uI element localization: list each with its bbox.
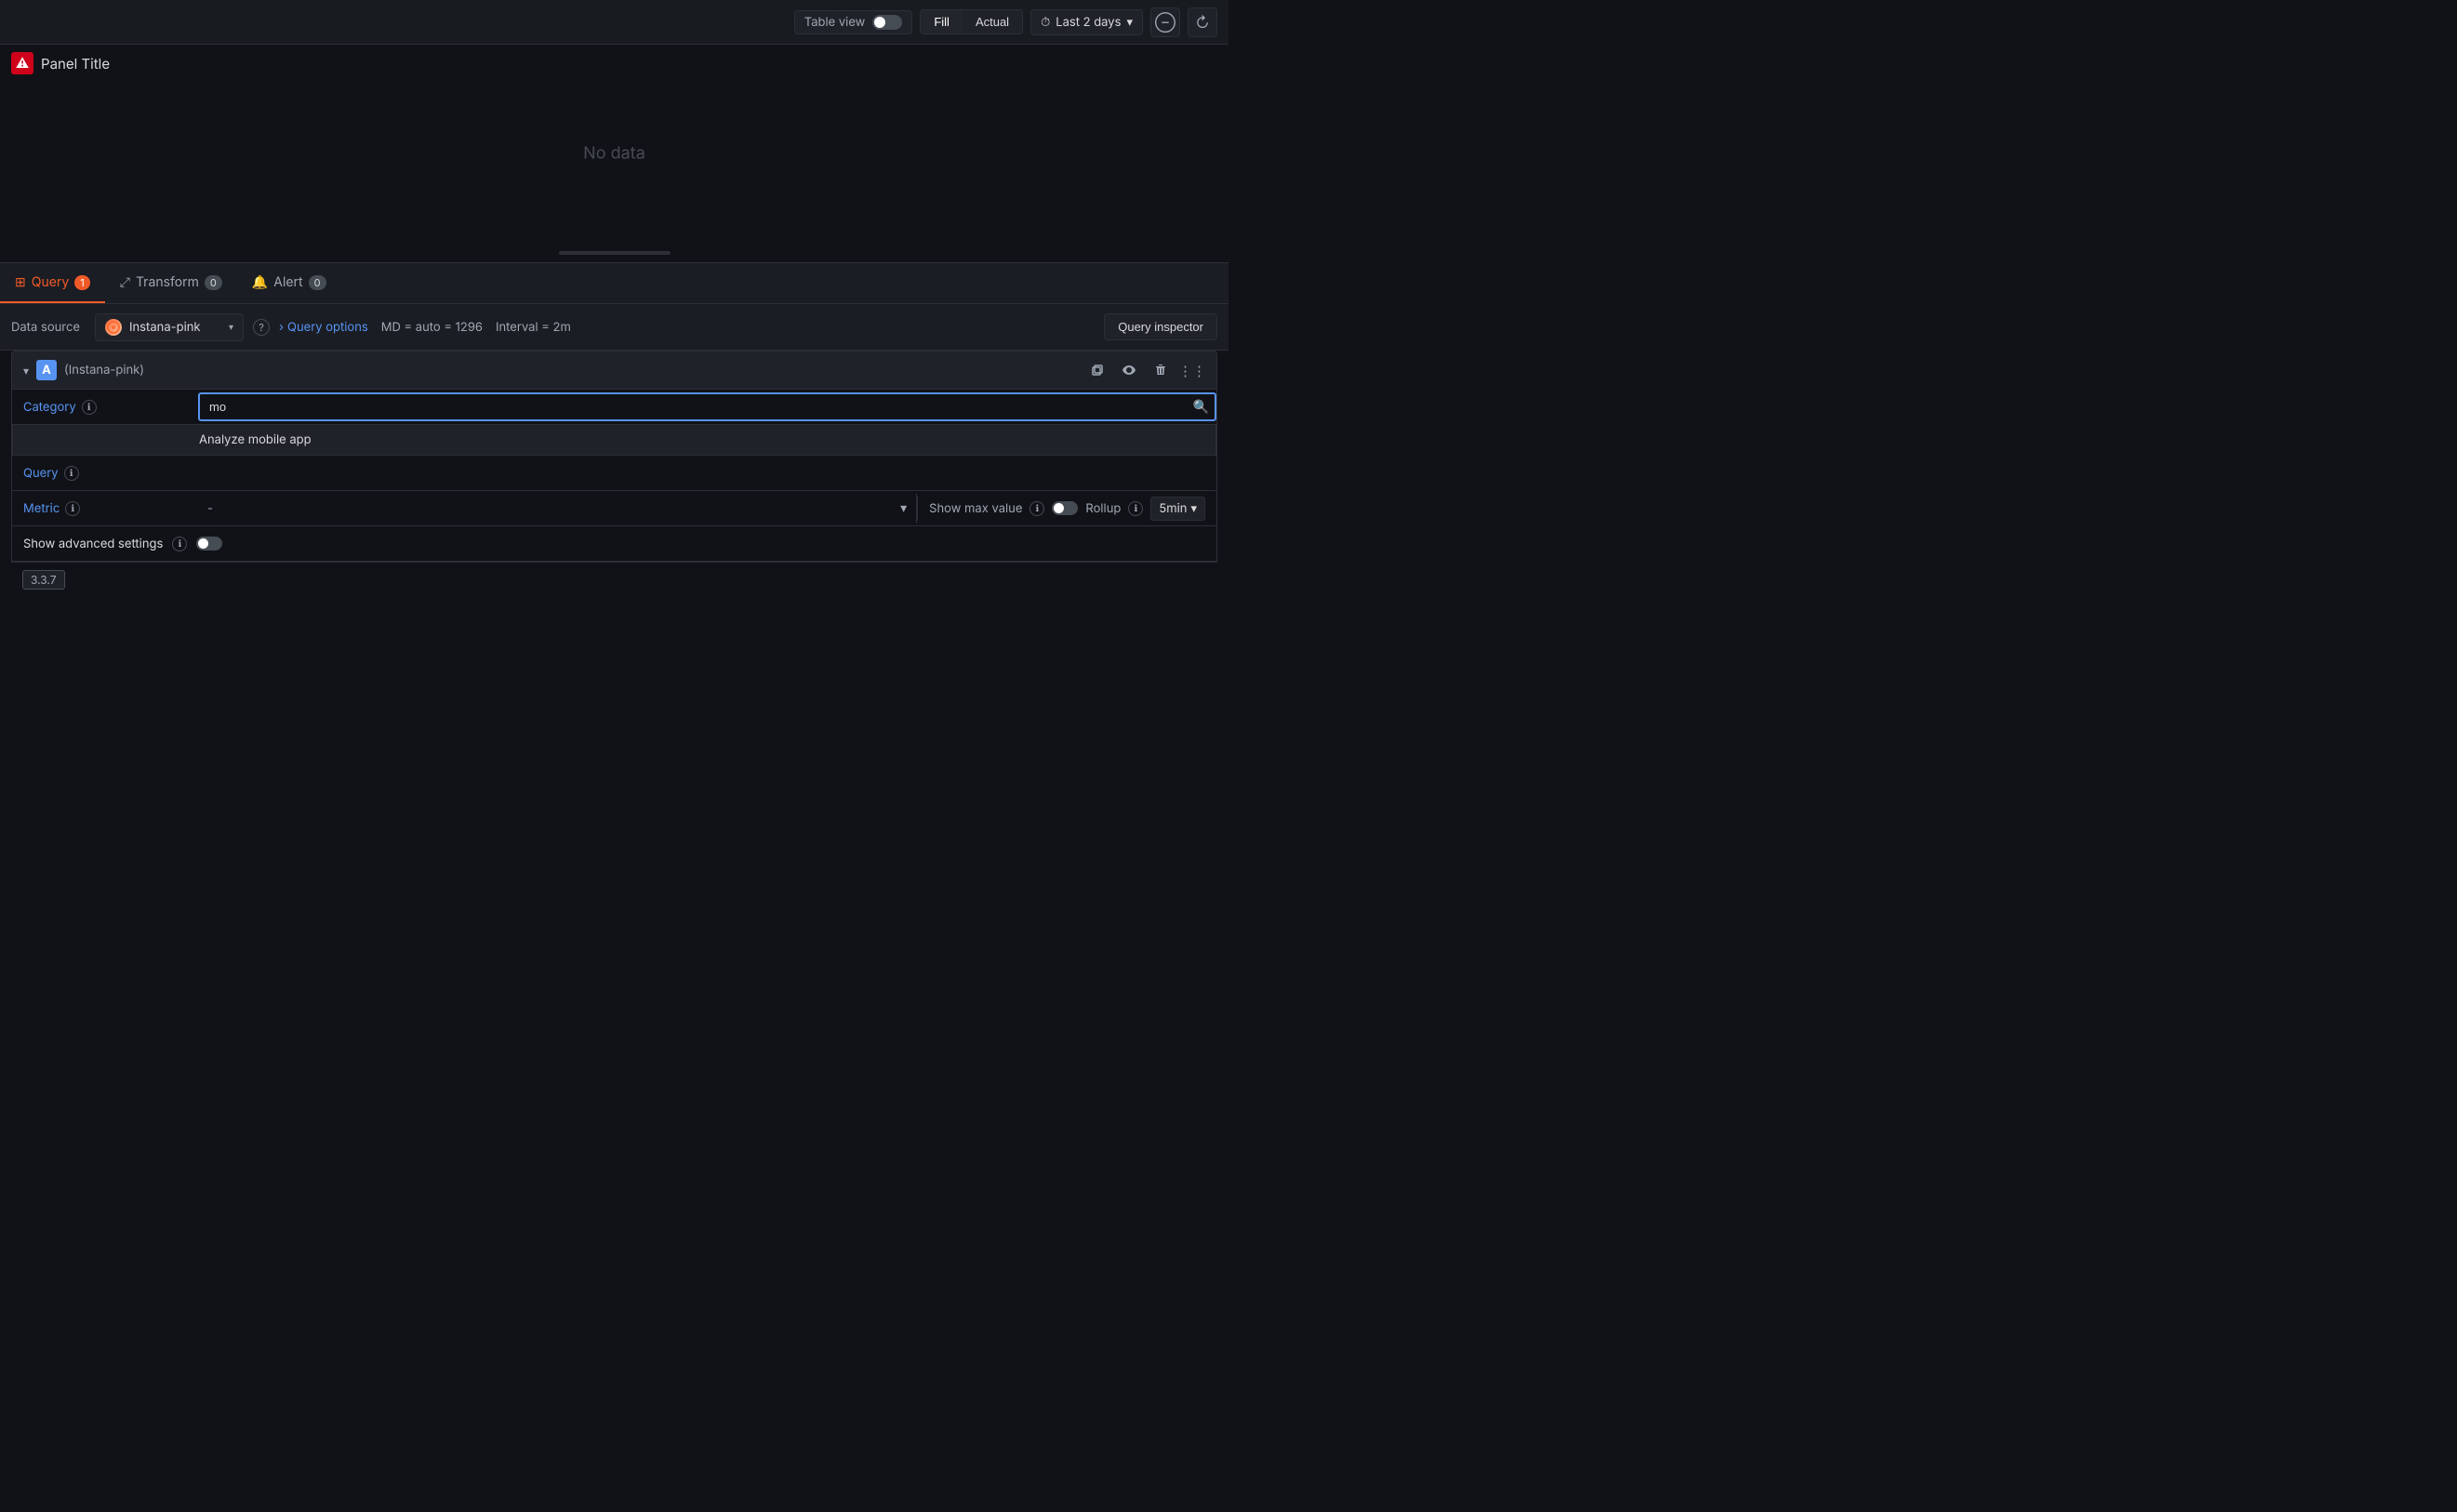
- query-options-label: Query options: [287, 320, 368, 335]
- panel-area: ⚠ Panel Title No data: [0, 45, 1228, 263]
- rollup-chevron-icon: ▾: [1190, 501, 1197, 516]
- chevron-down-icon: ▾: [1126, 15, 1133, 30]
- fill-actual-group: Fill Actual: [920, 9, 1023, 34]
- search-icon: 🔍: [1193, 399, 1209, 415]
- datasource-help-icon[interactable]: ?: [253, 319, 270, 336]
- query-info-icon[interactable]: ℹ: [64, 466, 79, 481]
- suggestion-item-analyze-mobile[interactable]: Analyze mobile app: [13, 425, 1215, 455]
- time-range-label: Last 2 days: [1056, 15, 1121, 30]
- scroll-indicator: [559, 251, 671, 255]
- table-view-label: Table view: [804, 15, 866, 30]
- suggestion-dropdown: Analyze mobile app: [12, 425, 1216, 456]
- query-tabs: ⊞ Query 1 ⤢ Transform 0 🔔 Alert 0: [0, 263, 1228, 304]
- rollup-info-icon[interactable]: ℹ: [1128, 501, 1143, 516]
- query-field-label: Query: [23, 466, 59, 481]
- query-options-button[interactable]: › Query options: [279, 320, 368, 335]
- toggle-small-knob: [1054, 503, 1064, 513]
- advanced-toggle-knob: [198, 538, 208, 549]
- refresh-button[interactable]: ↻: [1188, 7, 1217, 37]
- actual-button[interactable]: Actual: [963, 10, 1022, 33]
- datasource-row: Data source Instana-pink ▾ ? › Query opt…: [0, 304, 1228, 351]
- interval-meta: Interval = 2m: [496, 320, 571, 335]
- version-badge: 3.3.7: [22, 570, 65, 590]
- category-input-wrapper: 🔍: [198, 392, 1216, 421]
- metric-info-icon[interactable]: ℹ: [65, 501, 80, 516]
- transform-tab-icon: ⤢: [120, 274, 130, 290]
- tab-query[interactable]: ⊞ Query 1: [0, 263, 105, 303]
- tab-transform[interactable]: ⤢ Transform 0: [105, 263, 237, 303]
- rollup-select[interactable]: 5min ▾: [1150, 497, 1205, 521]
- query-block-header: ▾ A (Instana-pink) ⋮⋮: [11, 351, 1217, 390]
- no-data-message: No data: [583, 144, 645, 164]
- alert-tab-label: Alert: [273, 274, 302, 290]
- metric-field-label: Metric: [23, 501, 60, 516]
- table-view-group: Table view: [794, 10, 913, 34]
- query-inspector-button[interactable]: Query inspector: [1104, 313, 1217, 340]
- datasource-select[interactable]: Instana-pink ▾: [95, 313, 244, 341]
- more-options-icon: ⋮⋮: [1178, 362, 1206, 379]
- rollup-value: 5min: [1159, 501, 1187, 516]
- alert-tab-icon: 🔔: [252, 274, 268, 290]
- query-letter: A: [36, 360, 57, 380]
- category-label: Category: [23, 400, 76, 415]
- metric-chevron-icon: ▾: [900, 500, 916, 516]
- panel-title: Panel Title: [41, 55, 110, 73]
- show-max-toggle[interactable]: [1052, 501, 1078, 515]
- query-tab-icon: ⊞: [15, 274, 26, 290]
- rollup-label: Rollup: [1085, 501, 1121, 516]
- advanced-label: Show advanced settings: [23, 537, 163, 551]
- category-row: Category ℹ 🔍: [12, 390, 1216, 425]
- top-toolbar: Table view Fill Actual ⏱ Last 2 days ▾ ⊖…: [0, 0, 1228, 45]
- fill-button[interactable]: Fill: [921, 10, 963, 33]
- alert-tab-badge: 0: [309, 275, 326, 290]
- duplicate-button[interactable]: [1084, 357, 1110, 383]
- advanced-toggle[interactable]: [196, 537, 222, 550]
- query-tab-label: Query: [32, 274, 70, 290]
- query-options-chevron-icon: ›: [279, 320, 284, 335]
- clock-icon: ⏱: [1041, 15, 1050, 30]
- show-max-info-icon[interactable]: ℹ: [1029, 501, 1044, 516]
- advanced-info-icon[interactable]: ℹ: [172, 537, 187, 551]
- time-range-button[interactable]: ⏱ Last 2 days ▾: [1030, 9, 1143, 35]
- delete-button[interactable]: [1148, 357, 1174, 383]
- table-view-toggle[interactable]: [872, 15, 902, 30]
- category-input[interactable]: [198, 392, 1216, 421]
- datasource-label: Data source: [11, 320, 86, 335]
- metric-select-wrapper[interactable]: - ▾: [198, 494, 917, 524]
- transform-tab-label: Transform: [136, 274, 199, 290]
- metric-label-group: Metric ℹ: [12, 494, 198, 524]
- zoom-out-icon: ⊖: [1155, 13, 1175, 32]
- zoom-out-button[interactable]: ⊖: [1150, 7, 1180, 37]
- advanced-settings-row: Show advanced settings ℹ: [12, 526, 1216, 562]
- tab-alert[interactable]: 🔔 Alert 0: [237, 263, 341, 303]
- query-row: Query ℹ: [12, 456, 1216, 491]
- query-block-container: ▾ A (Instana-pink) ⋮⋮: [0, 351, 1228, 597]
- show-max-label: Show max value: [929, 501, 1022, 516]
- metric-select-value: -: [198, 494, 900, 524]
- datasource-name: Instana-pink: [129, 320, 221, 335]
- transform-tab-badge: 0: [205, 275, 222, 290]
- panel-header: ⚠ Panel Title: [0, 45, 1228, 82]
- category-label-group: Category ℹ: [12, 392, 198, 422]
- more-options-button[interactable]: ⋮⋮: [1179, 357, 1205, 383]
- metric-row: Metric ℹ - ▾ Show max value ℹ Rollup ℹ 5…: [12, 491, 1216, 526]
- query-tab-badge: 1: [74, 275, 89, 290]
- rollup-section: Show max value ℹ Rollup ℹ 5min ▾: [917, 497, 1216, 521]
- query-fields: Category ℹ 🔍 Analyze mobile app Query ℹ: [11, 390, 1217, 563]
- datasource-chevron-icon: ▾: [229, 322, 233, 333]
- refresh-icon: ↻: [1195, 13, 1209, 32]
- query-actions: ⋮⋮: [1084, 357, 1205, 383]
- md-meta: MD = auto = 1296: [381, 320, 483, 335]
- category-info-icon[interactable]: ℹ: [82, 400, 97, 415]
- collapse-button[interactable]: ▾: [23, 364, 29, 378]
- datasource-icon: [105, 319, 122, 336]
- query-label-group: Query ℹ: [12, 458, 198, 488]
- query-datasource-label: (Instana-pink): [64, 363, 144, 378]
- toggle-knob: [874, 17, 885, 28]
- alert-icon: ⚠: [11, 52, 33, 74]
- hide-button[interactable]: [1116, 357, 1142, 383]
